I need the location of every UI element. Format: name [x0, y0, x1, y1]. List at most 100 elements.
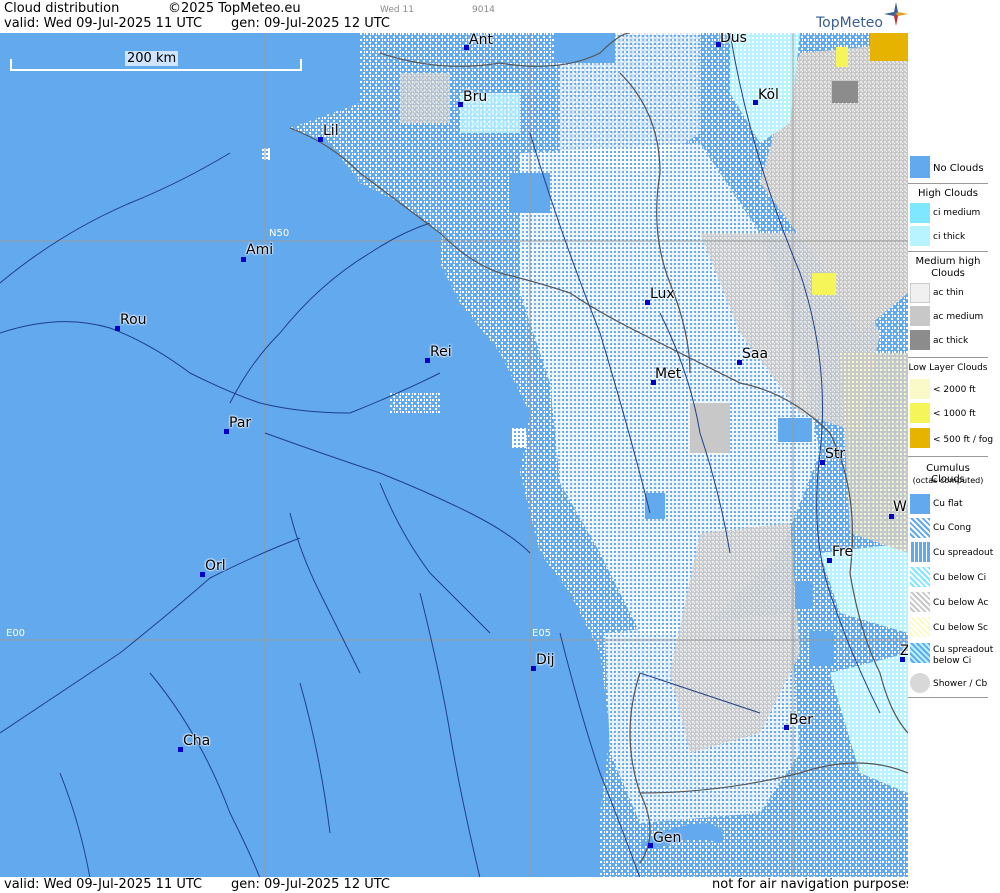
city-label-cologne[interactable]: Köl: [758, 87, 779, 103]
ac-thin-swatch: [910, 283, 930, 303]
river-seine: [0, 321, 441, 414]
river-tributary: [419, 592, 481, 878]
header-bar: Cloud distribution ©2025 TopMeteo.eu Wed…: [0, 0, 908, 33]
legend-ac-thin: ac thin: [933, 288, 964, 298]
disclaimer-text: not for air navigation purposes: [712, 877, 913, 892]
cumulus-spot: [512, 428, 526, 448]
legend-cu-cong: Cu Cong: [933, 523, 972, 533]
city-label-geneva[interactable]: Gen: [653, 830, 681, 846]
city-label-amiens[interactable]: Ami: [246, 242, 273, 258]
forecast-code-label: 9014: [472, 5, 495, 15]
compass-logo-icon: [884, 2, 908, 30]
cu-flat-swatch: [910, 494, 930, 514]
legend-ac-thick: ac thick: [933, 336, 969, 346]
forecast-step-label: Wed 11: [380, 5, 414, 15]
city-label-antwerp[interactable]: Ant: [469, 33, 493, 48]
legend-divider: [908, 357, 988, 358]
city-label-rouen[interactable]: Rou: [120, 312, 147, 328]
cloud-map[interactable]: 200 km N50 E00 E05 Ant Düs Bru Köl Lil A…: [0, 33, 908, 878]
copyright-text: ©2025 TopMeteo.eu: [168, 1, 301, 16]
footer-valid-time: valid: Wed 09-Jul-2025 11 UTC: [4, 877, 203, 892]
ac-medium-swatch: [910, 306, 930, 326]
legend-divider: [908, 183, 988, 184]
river-somme: [0, 152, 231, 284]
legend-divider: [908, 251, 988, 252]
legend-ci-thick: ci thick: [933, 232, 966, 242]
legend-lt-2000ft: < 2000 ft: [933, 385, 976, 395]
legend-ci-medium: ci medium: [933, 208, 981, 218]
legend-no-clouds: No Clouds: [933, 163, 984, 174]
legend-high-clouds-heading: High Clouds: [918, 188, 978, 199]
legend-octas-note: (octas computed): [912, 476, 984, 485]
legend-cu-spreadout: Cu spreadout: [933, 548, 994, 558]
footer-bar: valid: Wed 09-Jul-2025 11 UTC gen: 09-Ju…: [0, 877, 913, 893]
city-label-saarbrucken[interactable]: Saa: [742, 346, 768, 362]
legend-panel: No Clouds High Clouds ci medium ci thick…: [908, 0, 1000, 893]
river-tributary: [289, 512, 361, 674]
legend-medium-high-heading-2: Clouds: [931, 268, 965, 279]
city-label-bern[interactable]: Ber: [789, 712, 813, 728]
city-label-freiburg[interactable]: Fre: [832, 544, 853, 560]
low-cloud-1000ft: [836, 47, 848, 67]
legend-cu-flat: Cu flat: [933, 499, 963, 509]
cloud-layer: [262, 33, 908, 878]
clear-patch: [795, 581, 813, 609]
legend-cu-below-ac: Cu below Ac: [933, 598, 989, 608]
city-label-w[interactable]: W: [893, 499, 907, 515]
ac-region: [400, 73, 450, 123]
legend-divider: [908, 456, 988, 457]
city-label-brussels[interactable]: Bru: [463, 89, 487, 105]
city-label-lille[interactable]: Lil: [323, 123, 339, 139]
legend-medium-high-heading: Medium high: [915, 256, 981, 267]
topmeteo-logo-text: TopMeteo: [816, 15, 883, 31]
clear-patch: [390, 393, 440, 413]
generated-time: gen: 09-Jul-2025 12 UTC: [231, 16, 390, 31]
ac-thick-swatch: [910, 330, 930, 350]
ac-thick: [832, 81, 858, 103]
ci-thick-swatch: [910, 226, 930, 246]
legend-cu-spread-below-ci-2: below Ci: [933, 656, 972, 666]
cu-below-ci-swatch: [910, 567, 930, 587]
legend-cu-below-sc: Cu below Sc: [933, 623, 988, 633]
legend-low-clouds-heading: Low Layer Clouds: [908, 363, 988, 373]
scale-label: 200 km: [125, 51, 179, 66]
legend-divider: [908, 697, 988, 698]
legend-lt-500ft: < 500 ft / fog: [933, 435, 994, 445]
clear-patch: [810, 631, 834, 665]
city-label-chalon[interactable]: Cha: [183, 733, 210, 749]
cu-spread-ci-swatch: [910, 643, 930, 663]
river-tributary: [149, 672, 261, 878]
legend-shower-cb: Shower / Cb: [933, 679, 988, 689]
fog-region: [870, 33, 908, 61]
city-label-dijon[interactable]: Dij: [536, 652, 555, 668]
legend-cu-below-ci: Cu below Ci: [933, 573, 987, 583]
clear-patch: [778, 418, 812, 442]
footer-generated-time: gen: 09-Jul-2025 12 UTC: [231, 877, 390, 892]
cu-below-ac-swatch: [910, 592, 930, 612]
valid-time: valid: Wed 09-Jul-2025 11 UTC: [4, 16, 203, 31]
river-marne: [264, 432, 531, 554]
cu-cong-swatch: [910, 518, 930, 538]
cu-below-sc-swatch: [910, 617, 930, 637]
ci-medium-swatch: [910, 203, 930, 223]
low-1000ft-swatch: [910, 403, 930, 423]
legend-lt-1000ft: < 1000 ft: [933, 409, 976, 419]
shower-cb-icon: [910, 673, 930, 693]
city-label-strasbourg[interactable]: Str: [825, 446, 845, 462]
city-label-reims[interactable]: Rei: [430, 344, 452, 360]
map-title: Cloud distribution: [4, 1, 120, 16]
city-label-metz[interactable]: Met: [655, 366, 681, 382]
city-label-orleans[interactable]: Orl: [205, 558, 226, 574]
river-loire: [0, 537, 301, 734]
map-canvas: [0, 33, 908, 878]
city-label-dusseldorf[interactable]: Düs: [720, 33, 747, 46]
city-label-luxembourg[interactable]: Lux: [650, 286, 675, 302]
longitude-label: E00: [6, 628, 26, 639]
city-label-z[interactable]: Z: [900, 643, 908, 659]
low-cloud-region: [840, 353, 908, 553]
river-tributary: [59, 772, 91, 878]
low-500ft-swatch: [910, 428, 930, 448]
city-label-paris[interactable]: Par: [229, 415, 251, 431]
low-2000ft-swatch: [910, 379, 930, 399]
longitude-label: E05: [532, 628, 552, 639]
